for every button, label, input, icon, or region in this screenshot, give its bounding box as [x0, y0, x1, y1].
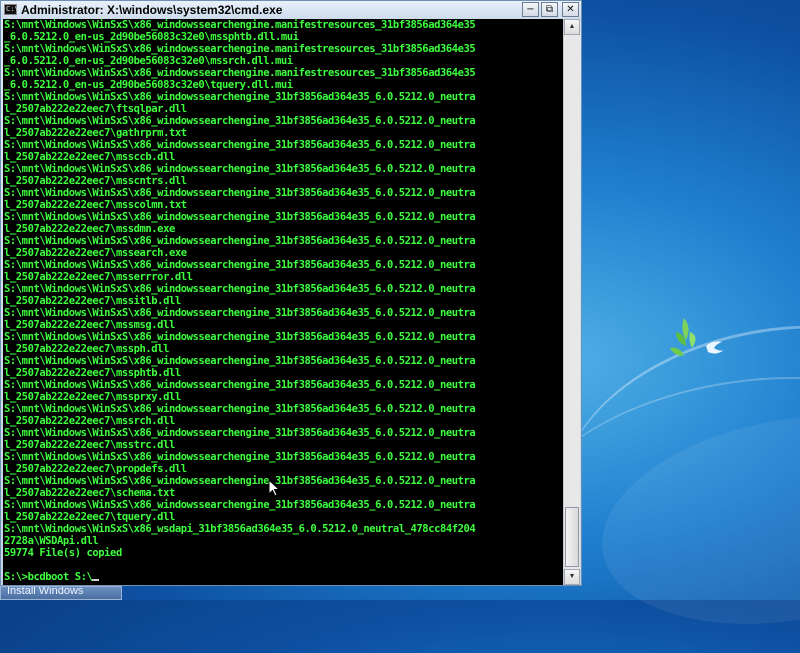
- scroll-thumb[interactable]: [565, 507, 579, 567]
- console-line: l_2507ab222e22eec7\mssphtb.dll: [4, 367, 181, 379]
- vertical-scrollbar[interactable]: ▲ ▼: [563, 19, 580, 585]
- console-lines: S:\mnt\Windows\WinSxS\x86_windowssearche…: [4, 19, 476, 583]
- maximize-button[interactable]: ⧉: [541, 2, 558, 17]
- console-line: 2728a\WSDApi.dll: [4, 535, 99, 547]
- console-line: S:\mnt\Windows\WinSxS\x86_windowssearche…: [4, 427, 476, 439]
- cmd-window[interactable]: C:\ Administrator: X:\windows\system32\c…: [0, 0, 582, 586]
- console-line: l_2507ab222e22eec7\mssdmn.exe: [4, 223, 175, 235]
- console-line: l_2507ab222e22eec7\ftsqlpar.dll: [4, 103, 187, 115]
- console-line: S:\mnt\Windows\WinSxS\x86_windowssearche…: [4, 499, 476, 511]
- console-line: _6.0.5212.0_en-us_2d90be56083c32e0\mssrc…: [4, 55, 293, 67]
- console-line: l_2507ab222e22eec7\msserrror.dll: [4, 271, 193, 283]
- console-line: l_2507ab222e22eec7\propdefs.dll: [4, 463, 187, 475]
- console-line: S:\mnt\Windows\WinSxS\x86_windowssearche…: [4, 187, 476, 199]
- console-line: S:\mnt\Windows\WinSxS\x86_windowssearche…: [4, 67, 476, 79]
- console-line: l_2507ab222e22eec7\mssccb.dll: [4, 151, 175, 163]
- console-line: S:\mnt\Windows\WinSxS\x86_windowssearche…: [4, 355, 476, 367]
- console-line: l_2507ab222e22eec7\msstrc.dll: [4, 439, 175, 451]
- taskbar-item-label: Install Windows: [7, 586, 84, 597]
- console-line: l_2507ab222e22eec7\schema.txt: [4, 487, 175, 499]
- scroll-down-button[interactable]: ▼: [564, 569, 580, 585]
- console-output[interactable]: S:\mnt\Windows\WinSxS\x86_windowssearche…: [3, 19, 563, 585]
- taskbar-install-windows[interactable]: Install Windows: [0, 586, 122, 600]
- console-line: l_2507ab222e22eec7\mssrch.dll: [4, 415, 175, 427]
- command-prompt-line[interactable]: S:\>bcdboot S:\: [4, 571, 475, 583]
- console-line: S:\mnt\Windows\WinSxS\x86_windowssearche…: [4, 211, 476, 223]
- console-line: S:\mnt\Windows\WinSxS\x86_windowssearche…: [4, 43, 476, 55]
- console-line: S:\mnt\Windows\WinSxS\x86_windowssearche…: [4, 331, 476, 343]
- console-line: S:\mnt\Windows\WinSxS\x86_windowssearche…: [4, 379, 476, 391]
- console-line: l_2507ab222e22eec7\mssearch.exe: [4, 247, 187, 259]
- console-line: l_2507ab222e22eec7\mssprxy.dll: [4, 391, 181, 403]
- console-line: S:\mnt\Windows\WinSxS\x86_windowssearche…: [4, 235, 476, 247]
- console-line: S:\mnt\Windows\WinSxS\x86_windowssearche…: [4, 451, 476, 463]
- console-line: l_2507ab222e22eec7\msscolmn.txt: [4, 199, 187, 211]
- app-icon-label: C:\: [6, 5, 19, 13]
- console-line: S:\mnt\Windows\WinSxS\x86_windowssearche…: [4, 259, 476, 271]
- console-line: S:\mnt\Windows\WinSxS\x86_windowssearche…: [4, 403, 476, 415]
- console-line: S:\mnt\Windows\WinSxS\x86_windowssearche…: [4, 307, 476, 319]
- console-line: S:\mnt\Windows\WinSxS\x86_windowssearche…: [4, 163, 476, 175]
- console-line: l_2507ab222e22eec7\mssitlb.dll: [4, 295, 181, 307]
- close-button[interactable]: ✕: [562, 2, 579, 17]
- console-line: S:\mnt\Windows\WinSxS\x86_windowssearche…: [4, 19, 476, 31]
- console-line: S:\mnt\Windows\WinSxS\x86_windowssearche…: [4, 139, 476, 151]
- console-line: l_2507ab222e22eec7\msscntrs.dll: [4, 175, 187, 187]
- console-line: l_2507ab222e22eec7\mssph.dll: [4, 343, 169, 355]
- console-line: S:\mnt\Windows\WinSxS\x86_windowssearche…: [4, 475, 476, 487]
- console-line: l_2507ab222e22eec7\tquery.dll: [4, 511, 175, 523]
- minimize-button[interactable]: −: [522, 2, 539, 17]
- console-line: _6.0.5212.0_en-us_2d90be56083c32e0\mssph…: [4, 31, 299, 43]
- cmd-app-icon[interactable]: C:\: [4, 4, 19, 15]
- console-line: l_2507ab222e22eec7\gathrprm.txt: [4, 127, 187, 139]
- leaf-bird-icon: [670, 318, 724, 356]
- console-line: S:\mnt\Windows\WinSxS\x86_windowssearche…: [4, 115, 476, 127]
- mouse-cursor-icon: [268, 479, 280, 497]
- console-line: S:\mnt\Windows\WinSxS\x86_windowssearche…: [4, 283, 476, 295]
- console-line: S:\mnt\Windows\WinSxS\x86_windowssearche…: [4, 91, 476, 103]
- window-title: Administrator: X:\windows\system32\cmd.e…: [21, 3, 283, 17]
- command-prompt-text: S:\>bcdboot S:\: [4, 571, 93, 583]
- text-cursor: [92, 579, 100, 581]
- console-line: 59774 File(s) copied: [4, 547, 122, 559]
- scroll-up-button[interactable]: ▲: [564, 19, 580, 35]
- title-bar[interactable]: C:\ Administrator: X:\windows\system32\c…: [1, 1, 581, 19]
- console-line: _6.0.5212.0_en-us_2d90be56083c32e0\tquer…: [4, 79, 293, 91]
- console-line: l_2507ab222e22eec7\mssmsg.dll: [4, 319, 175, 331]
- console-line: S:\mnt\Windows\WinSxS\x86_wsdapi_31bf385…: [4, 523, 476, 535]
